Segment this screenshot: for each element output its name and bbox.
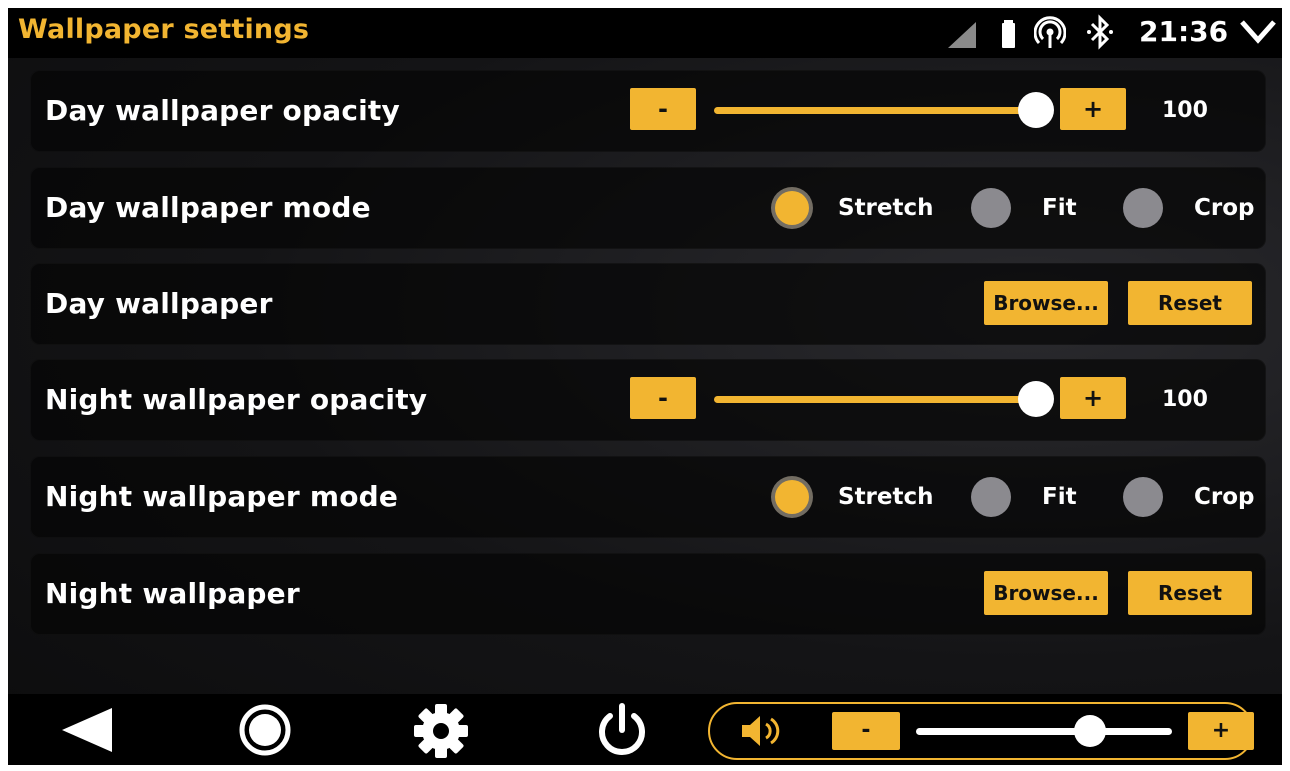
row-day-wallpaper-opacity: Day wallpaper opacity - + 100 bbox=[30, 70, 1266, 152]
night-wallpaper-reset-button[interactable]: Reset bbox=[1128, 571, 1252, 615]
night-wallpaper-label: Night wallpaper bbox=[45, 577, 300, 610]
night-opacity-increase-button[interactable]: + bbox=[1060, 377, 1126, 419]
day-mode-stretch-radio[interactable] bbox=[775, 191, 809, 225]
day-wallpaper-label: Day wallpaper bbox=[45, 287, 273, 320]
day-mode-crop-radio[interactable] bbox=[1123, 188, 1163, 228]
night-opacity-slider-track[interactable] bbox=[714, 396, 1036, 403]
power-icon[interactable] bbox=[592, 700, 652, 764]
night-opacity-label: Night wallpaper opacity bbox=[45, 383, 428, 416]
day-mode-crop-label: Crop bbox=[1194, 195, 1255, 221]
row-night-wallpaper-opacity: Night wallpaper opacity - + 100 bbox=[30, 359, 1266, 441]
volume-decrease-button[interactable]: - bbox=[832, 712, 900, 750]
day-mode-label: Day wallpaper mode bbox=[45, 191, 371, 224]
night-wallpaper-browse-button[interactable]: Browse... bbox=[984, 571, 1108, 615]
clock: 21:36 bbox=[1139, 15, 1229, 48]
day-opacity-slider-handle[interactable] bbox=[1018, 92, 1054, 128]
night-mode-label: Night wallpaper mode bbox=[45, 480, 399, 513]
home-icon[interactable] bbox=[238, 703, 292, 761]
hotspot-icon bbox=[1033, 8, 1067, 58]
day-mode-fit-label: Fit bbox=[1042, 195, 1077, 221]
day-opacity-increase-button[interactable]: + bbox=[1060, 88, 1126, 130]
battery-icon bbox=[1000, 8, 1016, 58]
night-opacity-value: 100 bbox=[1162, 387, 1208, 412]
volume-increase-button[interactable]: + bbox=[1188, 712, 1254, 750]
volume-slider-handle[interactable] bbox=[1074, 715, 1107, 747]
settings-gear-icon[interactable] bbox=[412, 702, 470, 764]
night-mode-stretch-radio[interactable] bbox=[775, 480, 809, 514]
speaker-icon bbox=[740, 713, 788, 753]
day-wallpaper-reset-button[interactable]: Reset bbox=[1128, 281, 1252, 325]
night-mode-crop-radio[interactable] bbox=[1123, 477, 1163, 517]
day-wallpaper-browse-button[interactable]: Browse... bbox=[984, 281, 1108, 325]
row-night-wallpaper-mode: Night wallpaper mode Stretch Fit Crop bbox=[30, 456, 1266, 538]
top-bar: Wallpaper settings 21:36 bbox=[8, 8, 1282, 58]
screen: Wallpaper settings 21:36 Day wallpaper o… bbox=[8, 8, 1282, 765]
chevron-down-icon[interactable] bbox=[1236, 8, 1280, 58]
day-opacity-slider-track[interactable] bbox=[714, 107, 1036, 114]
night-mode-fit-radio[interactable] bbox=[971, 477, 1011, 517]
volume-control: - + bbox=[708, 702, 1254, 760]
row-night-wallpaper: Night wallpaper Browse... Reset bbox=[30, 553, 1266, 635]
day-mode-fit-radio[interactable] bbox=[971, 188, 1011, 228]
night-opacity-decrease-button[interactable]: - bbox=[630, 377, 696, 419]
night-mode-fit-label: Fit bbox=[1042, 484, 1077, 510]
night-opacity-slider-handle[interactable] bbox=[1018, 381, 1054, 417]
day-opacity-decrease-button[interactable]: - bbox=[630, 88, 696, 130]
day-opacity-value: 100 bbox=[1162, 98, 1208, 123]
row-day-wallpaper-mode: Day wallpaper mode Stretch Fit Crop bbox=[30, 167, 1266, 249]
bottom-bar: - + bbox=[8, 694, 1282, 765]
row-day-wallpaper: Day wallpaper Browse... Reset bbox=[30, 263, 1266, 345]
night-mode-stretch-label: Stretch bbox=[838, 484, 934, 510]
night-mode-crop-label: Crop bbox=[1194, 484, 1255, 510]
page-title: Wallpaper settings bbox=[18, 14, 310, 45]
volume-slider-track[interactable] bbox=[916, 728, 1172, 735]
signal-icon bbox=[946, 8, 978, 58]
day-opacity-label: Day wallpaper opacity bbox=[45, 94, 400, 127]
back-icon[interactable] bbox=[56, 704, 116, 760]
bluetooth-icon bbox=[1086, 8, 1114, 58]
day-mode-stretch-label: Stretch bbox=[838, 195, 934, 221]
